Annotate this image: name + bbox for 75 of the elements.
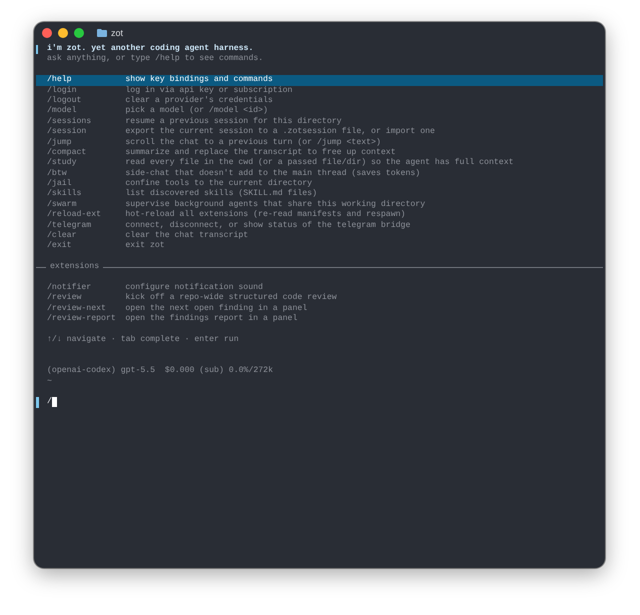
command-name: /study — [47, 158, 78, 169]
command-row[interactable]: /swarm supervise background agents that share this working directory — [36, 200, 603, 210]
command-name: /reload-ext — [47, 210, 102, 221]
command-row[interactable]: /reload-ext hot-reload all extensions (re-read manifests and respawn) — [36, 210, 603, 221]
command-row[interactable]: /logout clear a provider's credentials — [36, 96, 603, 106]
window-title: zot — [111, 28, 124, 38]
command-row[interactable]: /jail confine tools to the current directory — [36, 179, 603, 190]
command-row[interactable]: /btw side-chat that doesn't add to the main thread (saves tokens) — [36, 168, 603, 180]
command-name: /login — [47, 86, 78, 96]
command-row[interactable]: /skills list discovered skills (SKILL.md files) — [36, 189, 603, 200]
command-description: exit zot — [125, 241, 165, 252]
command-name: /session — [47, 127, 88, 138]
command-row[interactable]: /compact summarize and replace the transcript to free up context — [36, 148, 603, 158]
command-name: /sessions — [47, 116, 92, 127]
command-name: /telegram — [47, 220, 92, 231]
command-description: configure notification sound — [125, 282, 263, 293]
command-name: /exit — [47, 241, 73, 252]
command-name: /review-next — [47, 304, 107, 314]
command-name: /btw — [47, 168, 68, 179]
command-row[interactable]: /review kick off a repo-wide structured code review — [36, 293, 603, 304]
command-row[interactable]: /help show key bindings and commands — [36, 75, 603, 86]
command-row[interactable]: /model pick a model (or /model <id>) — [36, 106, 603, 117]
command-description: export the current session to a .zotsession file, or import one — [125, 127, 435, 138]
command-row[interactable]: /review-next open the next open finding in a panel — [36, 304, 603, 314]
command-row[interactable]: /telegram connect, disconnect, or show status of the telegram bridge — [36, 220, 603, 232]
command-name: /clear — [47, 231, 78, 241]
command-row[interactable]: /jump scroll the chat to a previous turn (or /jump <text>) — [36, 138, 603, 148]
status-line: (openai-codex) gpt-5.5 $0.000 (sub) 0.0%/272k — [46, 366, 274, 376]
command-description: pick a model (or /model <id>) — [125, 106, 268, 117]
command-description: supervise background agents that share this working directory — [125, 200, 426, 210]
command-name: /logout — [47, 96, 82, 106]
command-description: clear the chat transcript — [125, 231, 248, 241]
command-description: side-chat that doesn't add to the main thread (saves tokens) — [125, 168, 420, 179]
command-name: /jail — [47, 179, 73, 189]
working-directory: ~ — [46, 376, 53, 387]
command-row[interactable]: /login log in via api key or subscription — [36, 86, 603, 96]
command-description: kick off a repo-wide structured code review — [125, 293, 337, 304]
command-name: /swarm — [47, 200, 78, 210]
command-name: /review-report — [47, 314, 117, 325]
command-description: clear a provider's credentials — [125, 96, 273, 106]
command-row[interactable]: /sessions resume a previous session for this directory — [36, 116, 603, 128]
command-row[interactable]: /study read every file in the cwd (or a passed file/dir) so the agent has full context — [36, 158, 603, 169]
command-row[interactable]: /review-report open the findings report in a panel — [36, 314, 603, 325]
command-name: /skills — [47, 189, 82, 200]
command-description: open the findings report in a panel — [125, 314, 298, 325]
command-name: /help — [47, 75, 73, 86]
key-hint: ↑/↓ navigate · tab complete · enter run — [46, 334, 240, 346]
command-description: read every file in the cwd (or a passed file/dir) so the agent has full context — [125, 158, 514, 169]
command-name: /model — [47, 106, 78, 117]
command-name: /compact — [47, 148, 88, 158]
command-row[interactable]: /session export the current session to a .zotsession file, or import one — [36, 127, 603, 138]
command-description: resume a previous session for this directory — [125, 116, 342, 127]
command-description: scroll the chat to a previous turn (or /jump <text>) — [125, 138, 381, 148]
command-row[interactable]: /exit exit zot — [36, 241, 603, 252]
intro-title: i'm zot. yet another coding agent harness. — [46, 44, 254, 54]
command-description: log in via api key or subscription — [125, 86, 292, 96]
command-description: open the next open finding in a panel — [125, 304, 308, 314]
command-description: list discovered skills (SKILL.md files) — [125, 189, 318, 200]
prompt-field[interactable]: / — [47, 397, 57, 408]
section-title: extensions — [50, 262, 100, 273]
command-name: /review — [47, 293, 82, 304]
command-description: connect, disconnect, or show status of the telegram bridge — [125, 220, 410, 231]
command-description: show key bindings and commands — [125, 75, 273, 86]
minimize-button[interactable] — [58, 28, 68, 38]
command-row[interactable]: /notifier configure notification sound — [36, 282, 603, 294]
command-description: hot-reload all extensions (re-read manifests and respawn) — [125, 210, 406, 221]
folder-icon — [97, 29, 107, 37]
command-name: /notifier — [47, 282, 92, 293]
command-row[interactable]: /clear clear the chat transcript — [36, 231, 603, 242]
close-button[interactable] — [42, 28, 52, 38]
zoom-button[interactable] — [74, 28, 84, 38]
intro-hint: ask anything, or type /help to see commands. — [46, 54, 264, 65]
command-name: /jump — [47, 138, 73, 148]
command-description: confine tools to the current directory — [125, 179, 312, 189]
command-description: summarize and replace the transcript to free up context — [125, 148, 396, 158]
